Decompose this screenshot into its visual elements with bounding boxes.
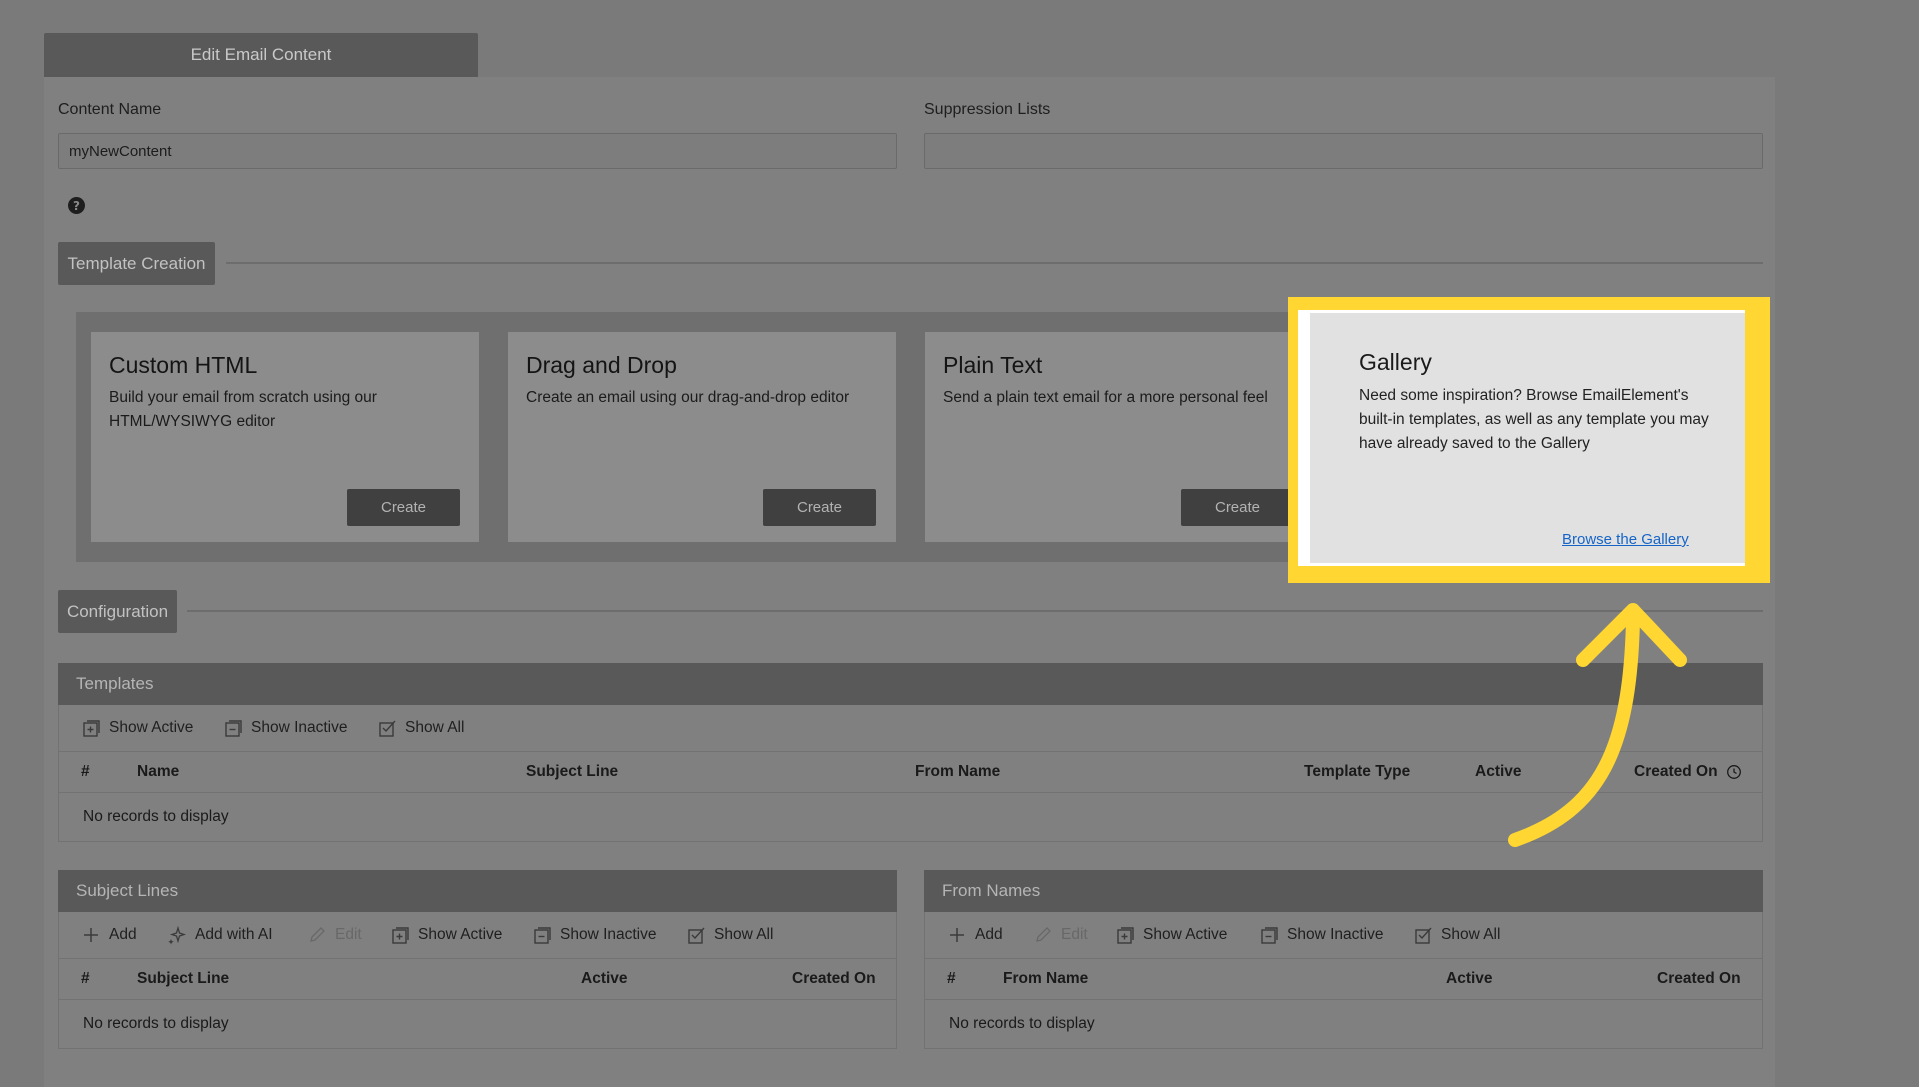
edit-from-name-button[interactable]: Edit — [1033, 925, 1088, 945]
gallery-card: Gallery Need some inspiration? Browse Em… — [1310, 313, 1745, 563]
tool-label: Show All — [405, 719, 465, 736]
from-names-empty-message: No records to display — [949, 1015, 1095, 1032]
subject-lines-empty-message: No records to display — [83, 1015, 229, 1032]
add-with-ai-button[interactable]: Add with AI — [167, 925, 273, 945]
browse-gallery-link[interactable]: Browse the Gallery — [1562, 531, 1689, 548]
show-inactive-icon — [1261, 927, 1278, 944]
show-all-icon — [379, 720, 396, 737]
tool-label: Show Active — [1143, 926, 1228, 943]
tool-label: Show Inactive — [251, 719, 348, 736]
show-inactive-icon — [534, 927, 551, 944]
col-number[interactable]: # — [947, 970, 956, 988]
show-inactive-icon — [225, 720, 242, 737]
col-subject-line[interactable]: Subject Line — [526, 763, 618, 781]
show-all-icon — [688, 927, 705, 944]
col-from-name[interactable]: From Name — [915, 763, 1000, 781]
show-active-button[interactable]: Show Active — [1115, 925, 1227, 945]
templates-empty-message: No records to display — [83, 808, 229, 825]
show-inactive-button[interactable]: Show Inactive — [532, 925, 657, 945]
gallery-title: Gallery — [1359, 349, 1432, 375]
col-template-type[interactable]: Template Type — [1304, 763, 1410, 781]
plain-text-card: Plain Text Send a plain text email for a… — [925, 332, 1313, 542]
content-name-input[interactable]: myNewContent — [58, 133, 897, 169]
show-active-button[interactable]: Show Active — [390, 925, 502, 945]
tool-label: Add — [109, 926, 137, 943]
suppression-lists-label: Suppression Lists — [924, 101, 1051, 118]
card-title: Plain Text — [943, 352, 1043, 378]
col-number[interactable]: # — [81, 763, 90, 781]
card-title: Drag and Drop — [526, 352, 677, 378]
col-active[interactable]: Active — [1446, 970, 1493, 988]
show-active-icon — [83, 720, 100, 737]
content-name-label: Content Name — [58, 101, 162, 118]
tool-label: Edit — [1061, 926, 1088, 943]
gallery-description: Need some inspiration? Browse EmailEleme… — [1359, 387, 1709, 452]
subject-lines-grid-header: Subject Lines — [58, 870, 897, 912]
tool-label: Add — [975, 926, 1003, 943]
show-active-button[interactable]: Show Active — [81, 718, 193, 738]
edit-subject-button[interactable]: Edit — [307, 925, 362, 945]
col-subject-line[interactable]: Subject Line — [137, 970, 229, 988]
show-active-icon — [1117, 927, 1134, 944]
curved-arrow-annotation — [1508, 603, 1687, 847]
from-names-toolbar: Add Edit Show Active Show Inactive Show … — [925, 912, 1762, 959]
from-names-grid-header: From Names — [924, 870, 1763, 912]
show-all-button[interactable]: Show All — [686, 925, 773, 945]
add-subject-button[interactable]: Add — [81, 925, 137, 945]
add-from-name-button[interactable]: Add — [947, 925, 1003, 945]
col-active[interactable]: Active — [581, 970, 628, 988]
pencil-icon — [1036, 927, 1051, 942]
tool-label: Show Active — [418, 926, 503, 943]
create-plain-text-button[interactable]: Create — [1181, 489, 1294, 526]
clock-icon — [1727, 765, 1741, 779]
sparkle-icon — [168, 925, 187, 945]
configuration-section-label: Configuration — [58, 590, 177, 633]
grid-title: From Names — [942, 881, 1041, 900]
create-custom-html-button[interactable]: Create — [347, 489, 460, 526]
card-description: Send a plain text email for a more perso… — [943, 389, 1268, 406]
tool-label: Show All — [1441, 926, 1501, 943]
tool-label: Show All — [714, 926, 774, 943]
pencil-icon — [310, 927, 325, 942]
show-active-icon — [392, 927, 409, 944]
from-names-grid: Add Edit Show Active Show Inactive Show … — [924, 912, 1763, 1049]
tool-label: Show Inactive — [1287, 926, 1384, 943]
grid-title: Subject Lines — [76, 881, 179, 900]
plus-icon — [84, 928, 98, 942]
plus-icon — [950, 928, 964, 942]
tool-label: Add with AI — [195, 926, 273, 943]
col-from-name[interactable]: From Name — [1003, 970, 1088, 988]
edit-email-content-tab[interactable]: Edit Email Content — [44, 33, 478, 77]
show-all-icon — [1415, 927, 1432, 944]
card-description: Create an email using our drag-and-drop … — [526, 389, 850, 406]
suppression-lists-input[interactable] — [924, 133, 1763, 169]
col-number[interactable]: # — [81, 970, 90, 988]
grid-title: Templates — [76, 674, 154, 693]
show-all-button[interactable]: Show All — [377, 718, 464, 738]
create-drag-and-drop-button[interactable]: Create — [763, 489, 876, 526]
card-title: Custom HTML — [109, 352, 258, 378]
col-created-on[interactable]: Created On — [1657, 970, 1741, 988]
show-inactive-button[interactable]: Show Inactive — [223, 718, 348, 738]
drag-and-drop-card: Drag and Drop Create an email using our … — [508, 332, 896, 542]
from-names-column-headers: # From Name Active Created On — [925, 959, 1762, 1000]
subject-lines-column-headers: # Subject Line Active Created On — [59, 959, 896, 1000]
subject-lines-grid: Add Add with AI Edit Show Active Show In… — [58, 912, 897, 1049]
template-creation-section-label: Template Creation — [58, 242, 215, 285]
tool-label: Show Inactive — [560, 926, 657, 943]
col-created-on[interactable]: Created On — [792, 970, 876, 988]
subject-lines-toolbar: Add Add with AI Edit Show Active Show In… — [59, 912, 896, 959]
show-inactive-button[interactable]: Show Inactive — [1259, 925, 1384, 945]
tool-label: Edit — [335, 926, 362, 943]
card-description: Build your email from scratch using our … — [109, 389, 377, 430]
col-name[interactable]: Name — [137, 763, 179, 781]
tool-label: Show Active — [109, 719, 194, 736]
show-all-button[interactable]: Show All — [1413, 925, 1500, 945]
help-icon[interactable]: ? — [68, 197, 85, 214]
section-divider — [226, 262, 1763, 264]
custom-html-card: Custom HTML Build your email from scratc… — [91, 332, 479, 542]
